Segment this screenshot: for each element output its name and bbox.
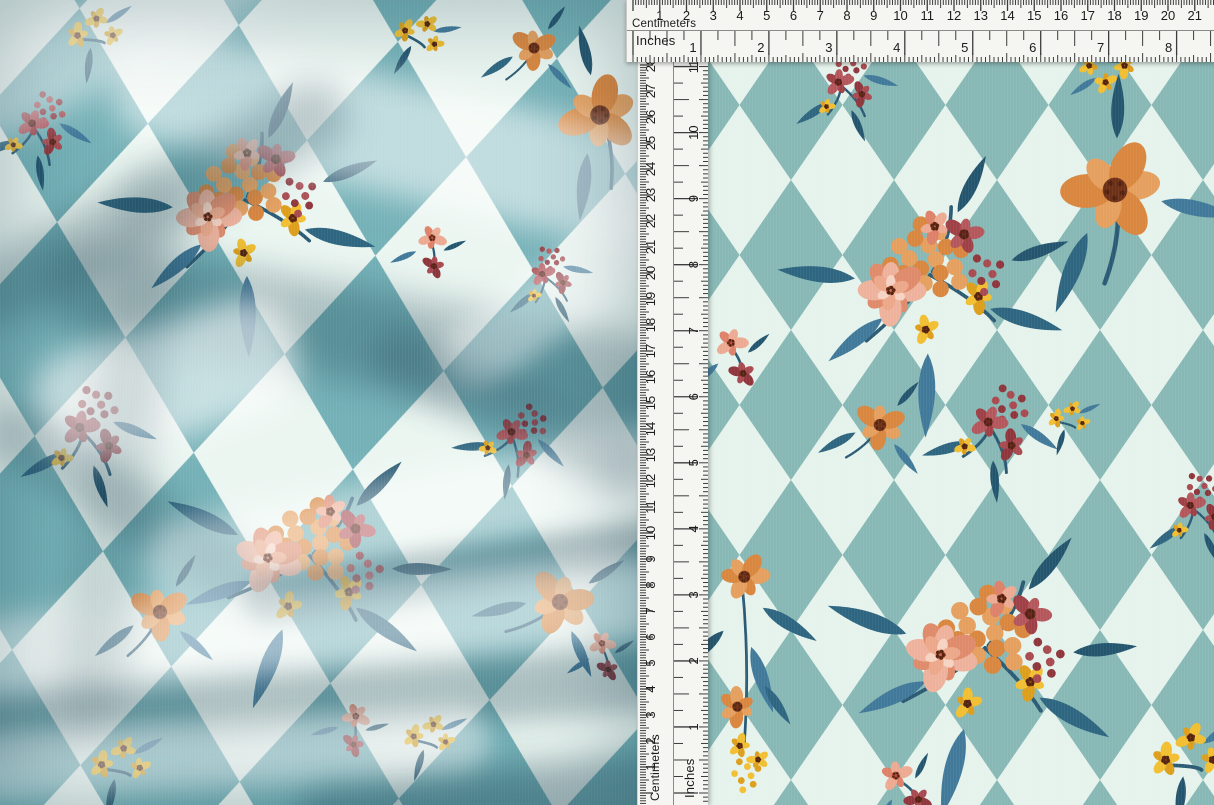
svg-text:12: 12 (643, 474, 658, 488)
svg-text:17: 17 (643, 344, 658, 358)
svg-text:5: 5 (961, 40, 968, 55)
svg-text:14: 14 (643, 422, 658, 436)
svg-text:11: 11 (686, 62, 701, 73)
svg-text:5: 5 (763, 8, 770, 23)
svg-text:9: 9 (643, 555, 658, 562)
svg-text:5: 5 (643, 659, 658, 666)
svg-text:10: 10 (893, 8, 907, 23)
svg-text:3: 3 (686, 591, 701, 598)
svg-text:4: 4 (643, 685, 658, 692)
svg-text:3: 3 (710, 8, 717, 23)
svg-text:3: 3 (825, 40, 832, 55)
flat-fabric-pattern (707, 62, 1214, 805)
svg-text:4: 4 (736, 8, 743, 23)
svg-text:7: 7 (1097, 40, 1104, 55)
svg-text:13: 13 (974, 8, 988, 23)
horizontal-ruler-centimeters-label: Centimeters (632, 18, 696, 30)
svg-text:6: 6 (643, 633, 658, 640)
vertical-ruler-inches-label: Inches (682, 758, 697, 798)
svg-text:21: 21 (1188, 8, 1202, 23)
svg-text:15: 15 (643, 396, 658, 410)
svg-text:19: 19 (1134, 8, 1148, 23)
vertical-ruler: 1234567891011121314151617181920212223242… (637, 62, 708, 805)
flat-fabric-swatch (707, 62, 1214, 805)
svg-text:3: 3 (643, 711, 658, 718)
svg-text:7: 7 (643, 607, 658, 614)
svg-text:9: 9 (686, 195, 701, 202)
svg-text:16: 16 (1054, 8, 1068, 23)
horizontal-ruler: 1234567891011121314151617181920211234567… (626, 0, 1214, 62)
horizontal-ruler-inches-label: Inches (636, 33, 676, 48)
svg-text:5: 5 (686, 459, 701, 466)
svg-text:12: 12 (947, 8, 961, 23)
svg-text:4: 4 (686, 525, 701, 532)
svg-text:20: 20 (643, 266, 658, 280)
svg-text:23: 23 (643, 188, 658, 202)
svg-text:6: 6 (790, 8, 797, 23)
svg-text:7: 7 (817, 8, 824, 23)
svg-text:25: 25 (643, 136, 658, 150)
svg-text:6: 6 (1029, 40, 1036, 55)
svg-text:16: 16 (643, 370, 658, 384)
svg-text:4: 4 (893, 40, 900, 55)
svg-text:15: 15 (1027, 8, 1041, 23)
fabric-product-photo: 1234567891011121314151617181920211234567… (0, 0, 1214, 805)
svg-text:1: 1 (686, 723, 701, 730)
svg-text:18: 18 (1107, 8, 1121, 23)
svg-text:18: 18 (643, 318, 658, 332)
draped-fabric-pattern (0, 0, 637, 805)
vertical-ruler-centimeters-label: Centimeters (648, 734, 662, 801)
svg-text:22: 22 (643, 214, 658, 228)
svg-text:13: 13 (643, 448, 658, 462)
svg-text:21: 21 (643, 240, 658, 254)
svg-text:8: 8 (643, 581, 658, 588)
svg-text:28: 28 (643, 62, 658, 72)
svg-text:8: 8 (1165, 40, 1172, 55)
svg-text:24: 24 (643, 162, 658, 176)
vertical-ruler-ticks: 1234567891011121314151617181920212223242… (638, 62, 708, 805)
draped-fabric-photo (0, 0, 637, 805)
svg-text:8: 8 (686, 261, 701, 268)
svg-text:27: 27 (643, 84, 658, 98)
svg-text:11: 11 (921, 8, 935, 23)
svg-text:6: 6 (686, 393, 701, 400)
horizontal-ruler-ticks: 1234567891011121314151617181920211234567… (627, 0, 1214, 62)
svg-text:10: 10 (686, 125, 701, 139)
svg-text:11: 11 (643, 500, 658, 514)
svg-text:8: 8 (843, 8, 850, 23)
svg-text:14: 14 (1000, 8, 1014, 23)
svg-text:26: 26 (643, 110, 658, 124)
svg-text:1: 1 (689, 40, 696, 55)
svg-text:10: 10 (643, 526, 658, 540)
svg-text:2: 2 (686, 657, 701, 664)
svg-text:20: 20 (1161, 8, 1175, 23)
svg-text:2: 2 (757, 40, 764, 55)
svg-text:17: 17 (1081, 8, 1095, 23)
svg-text:7: 7 (686, 327, 701, 334)
svg-text:19: 19 (643, 292, 658, 306)
svg-text:9: 9 (870, 8, 877, 23)
